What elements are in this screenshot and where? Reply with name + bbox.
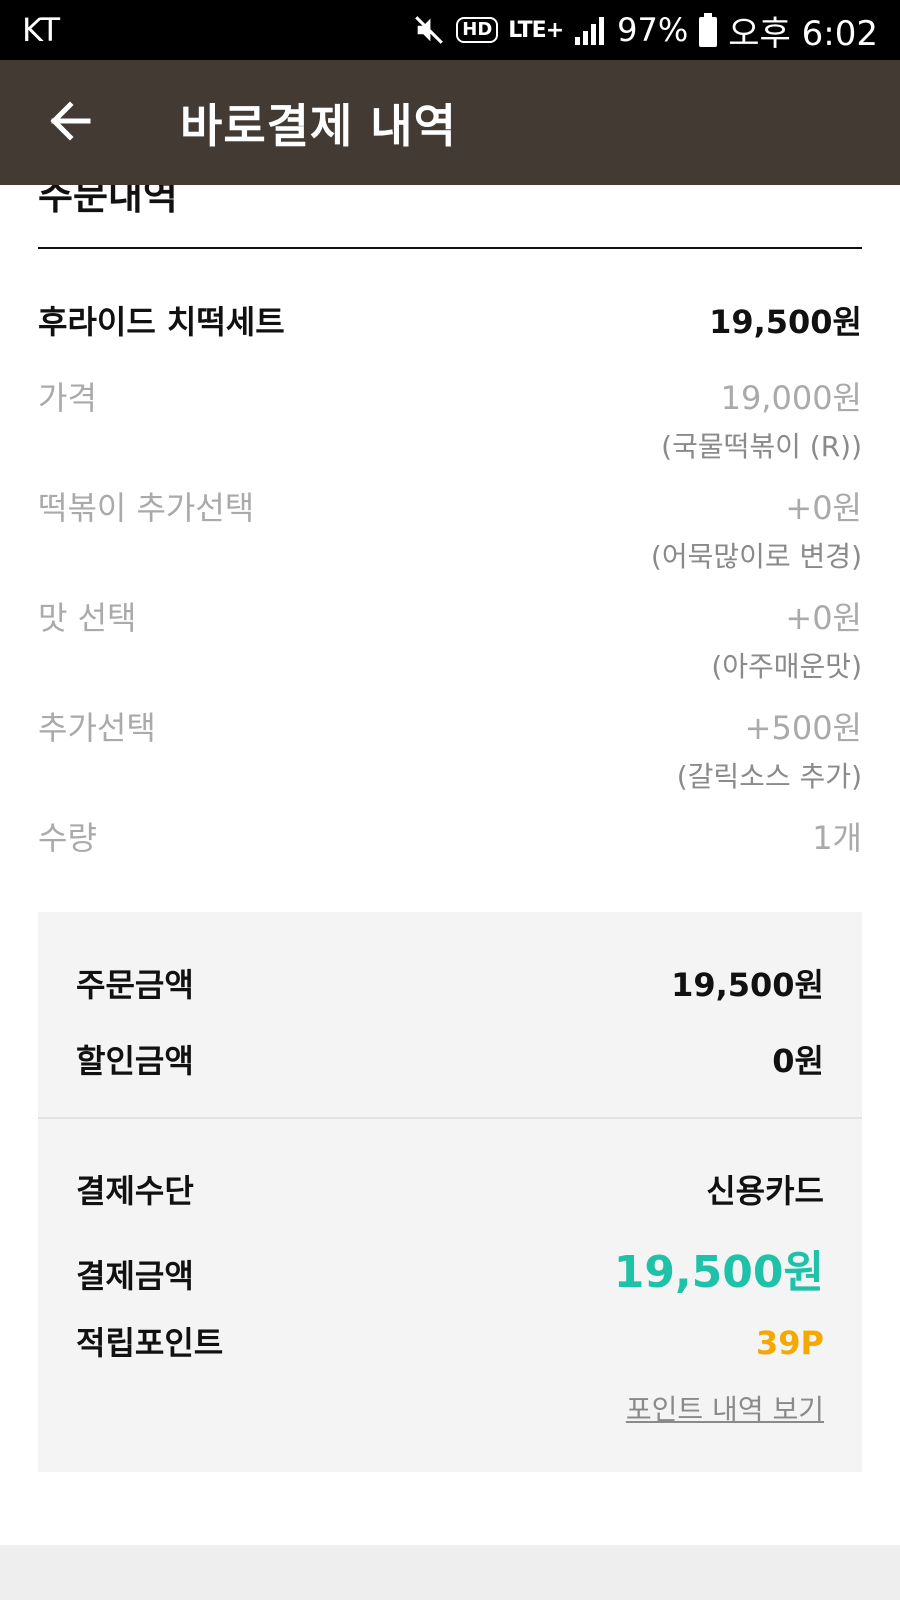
option-row-taste: 맛 선택 +0원 (아주매운맛) (38, 593, 862, 685)
product-name: 후라이드 치떡세트 (38, 303, 285, 341)
hd-voice-icon: HD (456, 17, 499, 43)
option-label: 떡볶이 추가선택 (38, 489, 255, 527)
summary-label: 주문금액 (76, 966, 194, 1004)
points-history-link[interactable]: 포인트 내역 보기 (626, 1388, 824, 1428)
payment-summary: 주문금액 19,500원 할인금액 0원 결제수단 신용카드 결제금액 19,5… (38, 912, 862, 1472)
summary-label: 적립포인트 (76, 1324, 224, 1362)
status-time: 오후 6:02 (728, 13, 878, 54)
summary-label: 할인금액 (76, 1042, 194, 1080)
option-price: 19,000원 (720, 379, 862, 417)
summary-order-amount: 주문금액 19,500원 (76, 960, 824, 1006)
product-row: 후라이드 치떡세트 19,500원 (38, 297, 862, 343)
product-price: 19,500원 (709, 303, 862, 341)
option-detail: (아주매운맛) (711, 650, 862, 683)
summary-label: 결제수단 (76, 1172, 194, 1210)
battery-percent: 97% (617, 11, 689, 49)
bottom-bar (0, 1545, 900, 1600)
order-detail-content[interactable]: 주문내역 후라이드 치떡세트 19,500원 가격 19,000원 (국물떡볶이… (0, 185, 900, 1600)
option-row-tteokbokki: 떡볶이 추가선택 +0원 (어묵많이로 변경) (38, 483, 862, 575)
option-label: 추가선택 (38, 709, 156, 747)
option-label: 수량 (38, 819, 97, 857)
option-label: 가격 (38, 379, 97, 417)
status-icons: HD LTE+ 97% 오후 6:02 (412, 6, 878, 55)
option-detail: (국물떡볶이 (R)) (661, 430, 862, 463)
option-price: +0원 (785, 599, 862, 637)
page-title: 바로결제 내역 (180, 98, 457, 153)
summary-value: 0원 (772, 1042, 824, 1080)
payment-amount: 19,500원 (613, 1247, 824, 1298)
option-row-extra: 추가선택 +500원 (갈릭소스 추가) (38, 703, 862, 795)
app-bar: 바로결제 내역 (0, 60, 900, 185)
signal-icon (573, 15, 607, 45)
summary-discount: 할인금액 0원 (76, 1036, 824, 1082)
option-row-quantity: 수량 1개 (38, 813, 862, 859)
summary-points: 적립포인트 39P (76, 1318, 824, 1364)
summary-value: 19,500원 (671, 966, 824, 1004)
carrier-name: KT (22, 11, 61, 49)
summary-label: 결제금액 (76, 1257, 194, 1295)
status-bar: KT HD LTE+ 97% 오후 6:02 (0, 0, 900, 60)
summary-divider (38, 1117, 862, 1119)
lte-plus-icon: LTE+ (508, 17, 564, 43)
option-row-price: 가격 19,000원 (국물떡볶이 (R)) (38, 373, 862, 465)
summary-value: 신용카드 (706, 1172, 824, 1210)
mute-icon (412, 13, 446, 47)
summary-payment-method: 결제수단 신용카드 (76, 1166, 824, 1212)
arrow-left-icon (48, 100, 92, 145)
section-divider (38, 247, 862, 249)
points-value: 39P (756, 1324, 824, 1362)
option-detail: (어묵많이로 변경) (650, 540, 862, 573)
section-title-order: 주문내역 (38, 185, 178, 218)
summary-payment-amount: 결제금액 19,500원 (76, 1236, 824, 1300)
option-price: +500원 (744, 709, 862, 747)
battery-icon (698, 13, 718, 47)
option-label: 맛 선택 (38, 599, 137, 637)
back-button[interactable] (0, 60, 140, 185)
option-detail: (갈릭소스 추가) (676, 760, 862, 793)
option-price: +0원 (785, 489, 862, 527)
option-price: 1개 (812, 819, 862, 857)
